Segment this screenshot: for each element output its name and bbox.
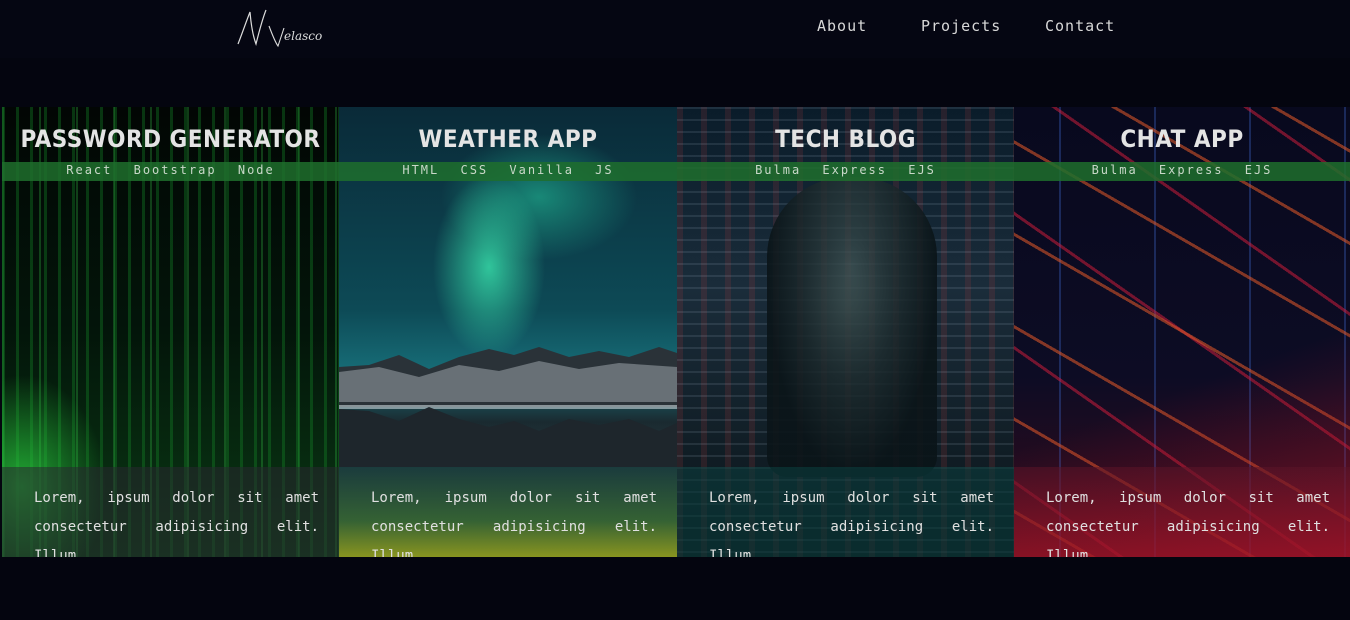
person-silhouette-image <box>767 177 937 477</box>
projects-grid: PASSWORD GENERATOR React Bootstrap Node … <box>2 107 1350 557</box>
project-title: PASSWORD GENERATOR <box>20 125 321 153</box>
project-tech-list: Bulma Express EJS <box>755 163 936 177</box>
mountain-image <box>339 347 677 467</box>
logo[interactable]: elasco <box>236 4 336 50</box>
project-description: Lorem, ipsum dolor sit amet consectetur … <box>371 490 657 557</box>
project-title: TECH BLOG <box>775 125 916 153</box>
project-tech-list: HTML CSS Vanilla JS <box>402 163 614 177</box>
project-description: Lorem, ipsum dolor sit amet consectetur … <box>709 490 994 557</box>
project-card-chat-app[interactable]: CHAT APP Bulma Express EJS Lorem, ipsum … <box>1014 107 1350 557</box>
project-card-weather-app[interactable]: WEATHER APP HTML CSS Vanilla JS Lorem, i… <box>339 107 677 557</box>
navbar: elasco About Projects Contact <box>0 0 1350 58</box>
project-description: Lorem, ipsum dolor sit amet consectetur … <box>1046 490 1330 557</box>
project-description: Lorem, ipsum dolor sit amet consectetur … <box>34 490 319 557</box>
svg-text:elasco: elasco <box>284 29 322 43</box>
nav-projects-link[interactable]: Projects <box>921 17 1001 35</box>
project-title: CHAT APP <box>1120 125 1244 153</box>
nav-contact-link[interactable]: Contact <box>1045 17 1115 35</box>
project-tech-list: React Bootstrap Node <box>66 163 275 177</box>
project-title: WEATHER APP <box>418 125 598 153</box>
project-card-tech-blog[interactable]: TECH BLOG Bulma Express EJS Lorem, ipsum… <box>677 107 1014 557</box>
project-tech-list: Bulma Express EJS <box>1091 163 1273 177</box>
project-card-password-generator[interactable]: PASSWORD GENERATOR React Bootstrap Node … <box>2 107 339 557</box>
nav-about-link[interactable]: About <box>817 17 867 35</box>
